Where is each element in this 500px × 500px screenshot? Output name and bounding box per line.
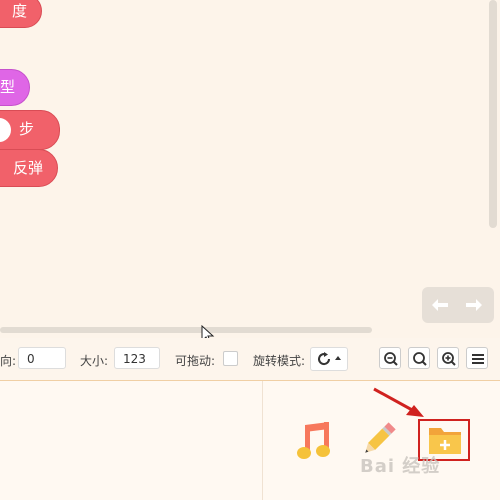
direction-label: 向: [0,354,17,368]
draggable-checkbox[interactable] [223,351,238,366]
draggable-label: 可拖动: [175,354,216,368]
zoom-reset-button[interactable] [408,347,430,369]
undo-button[interactable] [428,293,452,317]
undo-redo-panel [422,287,494,323]
redo-arrow-icon [466,299,482,311]
undo-arrow-icon [432,299,448,311]
rotation-mode-label: 旋转模式: [253,354,306,368]
hamburger-menu-icon [472,354,484,364]
panel-divider [262,381,263,500]
zoom-reset-icon [413,352,427,366]
rotation-mode-select[interactable] [310,347,348,371]
watermark-text: Bai 经验 [360,456,441,477]
folder-add-icon [429,428,461,454]
block-degree-label: 度 [11,1,27,20]
block-degree[interactable]: 度 [0,0,42,28]
music-note-icon [297,422,330,459]
annotation-arrow [373,387,424,417]
block-bounce[interactable]: 反弹 [0,149,58,187]
zoom-out-button[interactable] [379,347,401,369]
size-input[interactable]: 123 [114,347,160,369]
vertical-scrollbar[interactable] [489,0,497,228]
chevron-up-icon [335,356,341,360]
zoom-in-icon [442,352,456,366]
direction-input[interactable]: 0 [18,347,66,369]
sprite-toolbar: 向: 0 大小: 123 可拖动: 旋转模式: [0,338,500,381]
add-sound-button[interactable] [296,421,334,465]
size-label: 大小: [80,354,109,368]
code-area[interactable]: 度 型 步 反弹 [0,0,500,345]
zoom-out-icon [384,352,398,366]
block-bounce-label: 反弹 [12,158,43,177]
menu-button[interactable] [466,347,488,369]
redo-button[interactable] [462,293,486,317]
block-steps-label: 步 [19,120,35,138]
block-steps[interactable]: 步 [0,110,60,150]
horizontal-scrollbar[interactable] [0,327,372,333]
rotate-icon [318,352,331,366]
block-type-label: 型 [0,78,15,96]
zoom-in-button[interactable] [437,347,459,369]
block-type[interactable]: 型 [0,69,30,106]
steps-input-oval[interactable] [0,118,11,142]
